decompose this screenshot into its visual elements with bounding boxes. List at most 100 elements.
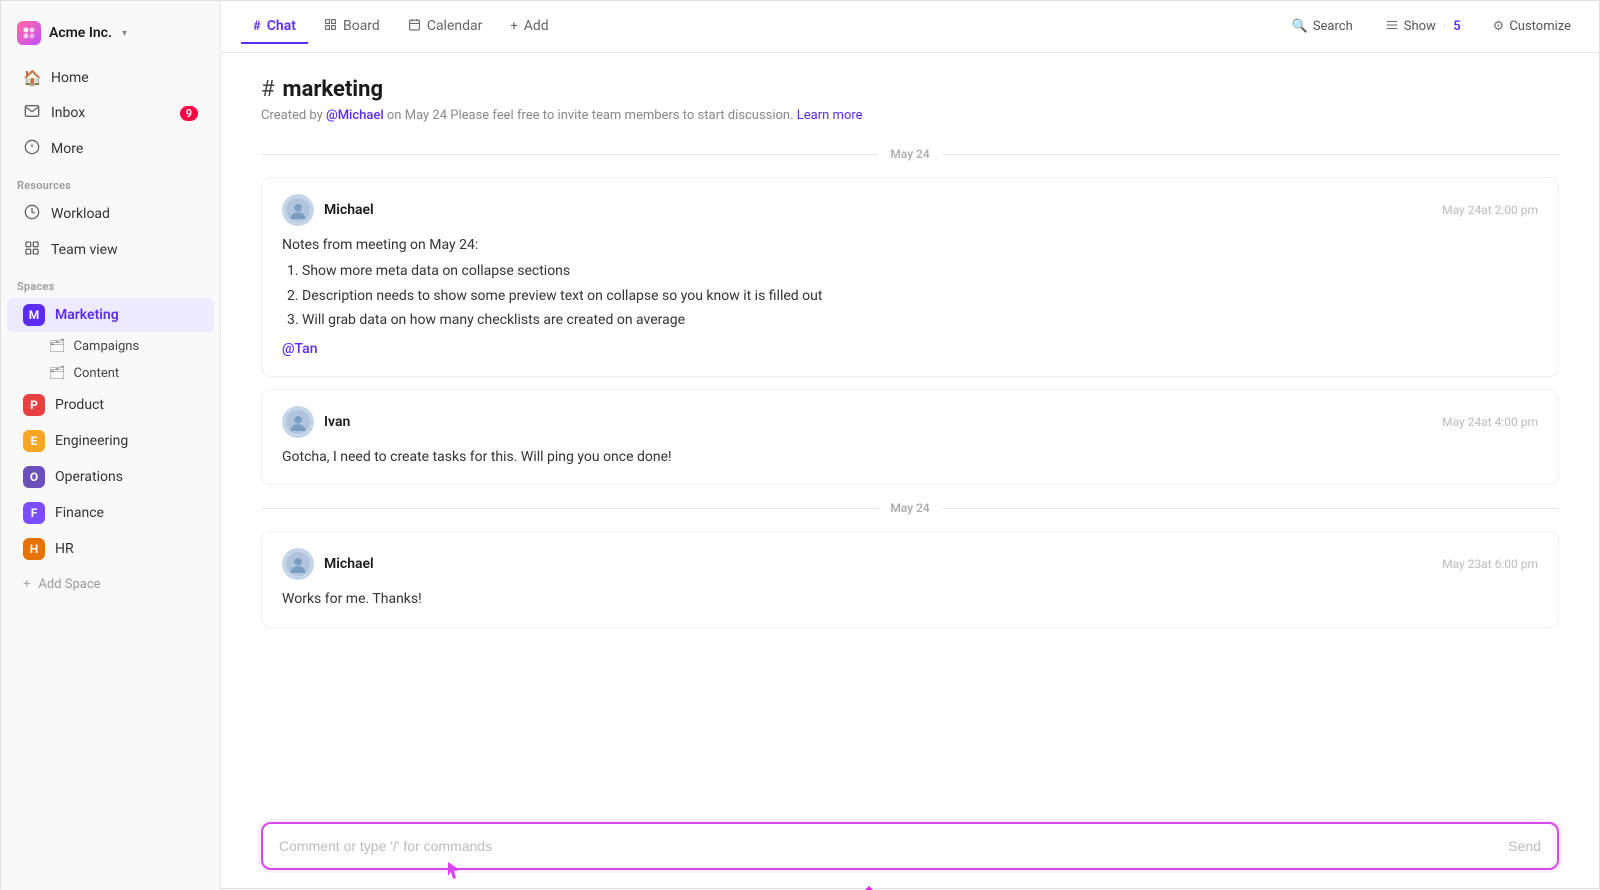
message-card: Ivan May 24at 4:00 pm Gotcha, I need to … — [261, 389, 1559, 485]
app-name: Acme Inc. — [49, 25, 112, 41]
sidebar-item-workload[interactable]: Workload — [7, 197, 214, 231]
chevron-down-icon: ▾ — [122, 28, 127, 39]
show-count: 5 — [1453, 19, 1460, 34]
divider-line — [261, 154, 878, 155]
avatar — [282, 548, 314, 580]
sidebar-item-label: Campaigns — [74, 339, 140, 354]
content-area: # marketing Created by @Michael on May 2… — [221, 53, 1599, 890]
sidebar-item-team-view[interactable]: Team view — [7, 233, 214, 267]
workload-icon — [23, 204, 41, 224]
tab-label: Board — [343, 18, 380, 34]
date-divider-text: May 24 — [890, 501, 929, 515]
sidebar-item-label: Product — [55, 397, 104, 413]
sidebar-item-label: Marketing — [55, 307, 119, 323]
message-card: Michael May 24at 2:00 pm Notes from meet… — [261, 177, 1559, 377]
message-sender: Ivan — [282, 406, 350, 438]
avatar — [282, 406, 314, 438]
comment-input-container: Send Adding a comment — [261, 822, 1559, 870]
tab-label: Add — [524, 18, 549, 34]
list-item: Show more meta data on collapse sections — [302, 260, 1538, 282]
tab-add[interactable]: + Add — [498, 10, 560, 44]
tab-chat[interactable]: # Chat — [241, 10, 308, 44]
message-time: May 24at 2:00 pm — [1442, 203, 1538, 217]
gear-icon: ⚙ — [1493, 19, 1505, 34]
message-body: Works for me. Thanks! — [282, 588, 1538, 610]
send-button[interactable]: Send — [1492, 828, 1557, 864]
message-mention[interactable]: @Tan — [282, 341, 318, 357]
message-body: Gotcha, I need to create tasks for this.… — [282, 446, 1538, 468]
customize-action[interactable]: ⚙ Customize — [1485, 15, 1579, 38]
add-space-button[interactable]: + Add Space — [7, 571, 214, 598]
channel-name: marketing — [283, 77, 383, 102]
learn-more-link[interactable]: Learn more — [797, 108, 863, 123]
marketing-avatar: M — [23, 304, 45, 326]
sidebar-item-inbox[interactable]: Inbox 9 — [7, 96, 214, 130]
sender-name: Michael — [324, 202, 374, 218]
message-card: Michael May 23at 6:00 pm Works for me. T… — [261, 531, 1559, 627]
sidebar-item-more[interactable]: More — [7, 132, 214, 166]
divider-line — [261, 508, 878, 509]
message-header: Michael May 23at 6:00 pm — [282, 548, 1538, 580]
product-avatar: P — [23, 394, 45, 416]
folder-icon: 🗂 — [49, 366, 66, 381]
sidebar-item-label: HR — [55, 541, 74, 557]
more-icon — [23, 139, 41, 159]
customize-label: Customize — [1509, 19, 1571, 34]
sidebar-item-engineering[interactable]: E Engineering — [7, 424, 214, 458]
date-divider-2: May 24 — [261, 501, 1559, 515]
sidebar-item-label: Workload — [51, 206, 110, 222]
sidebar-item-product[interactable]: P Product — [7, 388, 214, 422]
description-middle: on May 24 Please feel free to invite tea… — [384, 108, 797, 123]
description-mention[interactable]: @Michael — [326, 108, 384, 123]
engineering-avatar: E — [23, 430, 45, 452]
hr-avatar: H — [23, 538, 45, 560]
sidebar-item-campaigns[interactable]: 🗂 Campaigns — [7, 334, 214, 359]
logo-button[interactable]: Acme Inc. ▾ — [1, 13, 220, 61]
team-view-icon — [23, 240, 41, 260]
sidebar-item-hr[interactable]: H HR — [7, 532, 214, 566]
tab-calendar[interactable]: Calendar — [396, 10, 495, 45]
divider-line — [942, 508, 1559, 509]
sidebar-item-home[interactable]: 🏠 Home — [7, 62, 214, 94]
sidebar-item-operations[interactable]: O Operations — [7, 460, 214, 494]
chat-icon: # — [253, 19, 261, 34]
tab-board[interactable]: Board — [312, 10, 392, 45]
sidebar-item-finance[interactable]: F Finance — [7, 496, 214, 530]
sidebar-item-label: Operations — [55, 469, 123, 485]
sender-name: Michael — [324, 556, 374, 572]
list-item: Description needs to show some preview t… — [302, 285, 1538, 307]
board-icon — [324, 18, 337, 35]
top-nav-actions: 🔍 Search Show · 5 ⚙ Customize — [1284, 14, 1579, 40]
channel-hash-symbol: # — [261, 77, 275, 102]
show-action[interactable]: Show · 5 — [1377, 14, 1469, 40]
tab-label: Calendar — [427, 18, 483, 34]
sidebar-item-label: Team view — [51, 242, 118, 258]
finance-avatar: F — [23, 502, 45, 524]
sender-name: Ivan — [324, 414, 350, 430]
spaces-section-label: Spaces — [1, 268, 220, 297]
operations-avatar: O — [23, 466, 45, 488]
search-action[interactable]: 🔍 Search — [1284, 15, 1361, 38]
date-divider-text: May 24 — [890, 147, 929, 161]
add-space-label: Add Space — [38, 577, 100, 592]
message-text: Gotcha, I need to create tasks for this.… — [282, 449, 672, 465]
sidebar-item-marketing[interactable]: M Marketing — [7, 298, 214, 332]
top-nav: # Chat Board Calendar + Add — [221, 1, 1599, 53]
resources-section-label: Resources — [1, 167, 220, 196]
description-prefix: Created by — [261, 108, 326, 123]
message-header: Ivan May 24at 4:00 pm — [282, 406, 1538, 438]
main-content: # Chat Board Calendar + Add — [221, 1, 1599, 890]
message-time: May 24at 4:00 pm — [1442, 415, 1538, 429]
message-sender: Michael — [282, 548, 374, 580]
plus-tab-icon: + — [510, 19, 517, 34]
message-header: Michael May 24at 2:00 pm — [282, 194, 1538, 226]
message-text: Works for me. Thanks! — [282, 591, 422, 607]
sidebar-item-label: Finance — [55, 505, 104, 521]
sidebar-item-content[interactable]: 🗂 Content — [7, 361, 214, 386]
app-logo-icon — [17, 21, 41, 45]
channel-description: Created by @Michael on May 24 Please fee… — [261, 108, 1559, 123]
divider-line — [942, 154, 1559, 155]
search-label: Search — [1313, 19, 1353, 34]
calendar-icon — [408, 18, 421, 35]
show-label: Show — [1404, 19, 1436, 34]
